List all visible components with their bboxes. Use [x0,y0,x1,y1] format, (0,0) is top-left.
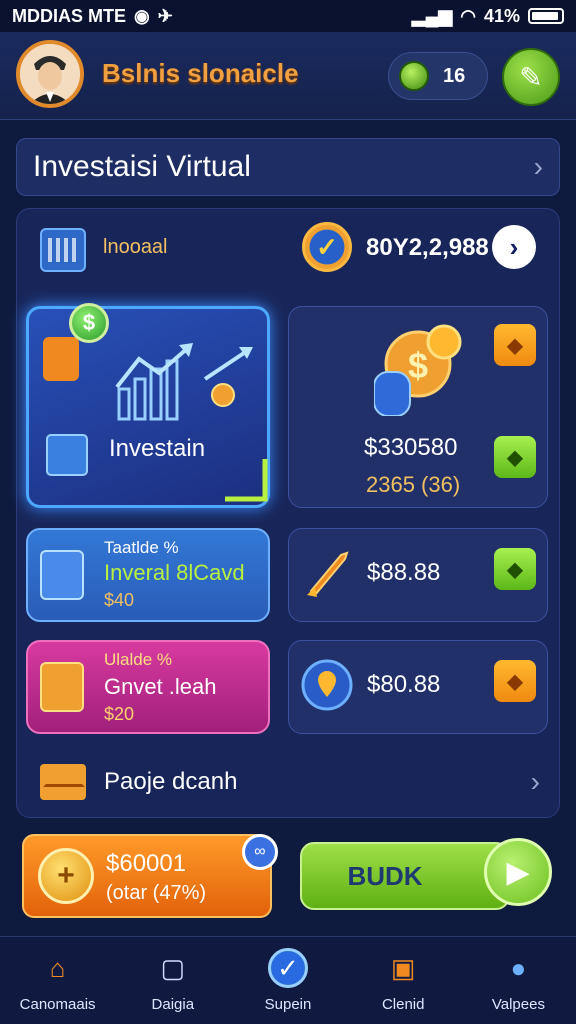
promo-amount: $60001 [106,850,187,877]
document-icon: ▢ [160,952,186,983]
plus-coin-icon: + [38,848,94,904]
invest-card[interactable]: $ Investain [26,303,270,508]
pink-card-subtitle: Gnvet .leah [104,674,217,699]
nav-label: Clenid [381,996,425,1013]
diamond-arrow-icon: ◆ [507,446,523,469]
chevron-right-icon: › [533,151,543,182]
battery-icon [528,8,564,24]
balance-row-label: lnooaal [103,236,168,258]
diamond-arrow-icon: ◆ [507,334,523,357]
gem-icon [399,61,429,91]
promo-detail: (otar (47%) [106,882,207,904]
section-header[interactable]: Investaisi Virtual › [16,138,560,196]
promo-card[interactable]: + $60001 (otar (47%) ∞ [22,834,278,918]
link-badge-icon: ∞ [242,834,278,870]
rocket-icon [307,551,349,597]
dollar-coin-icon: $ [69,303,109,343]
blue-offer-card[interactable]: Taatlde % Inveral 8lCavd $40 [26,528,270,622]
chevron-right-icon: › [509,231,519,262]
carrier-label: MDDIAS MTE [12,5,126,26]
section-title: Investaisi Virtual [33,150,251,183]
home-icon: ⌂ [49,952,66,983]
money-bag-icon: $ [374,324,462,416]
notification-icon: ◉ [134,5,150,26]
location-pin-icon [301,659,353,711]
page-row-label: Paoje dcanh [104,768,238,795]
pink-offer-card[interactable]: Ulalde % Gnvet .leah $20 [26,640,270,734]
blue-card-title: Taatlde % [104,538,179,557]
page-row[interactable]: Paoje dcanh › [40,758,540,806]
edit-button[interactable]: ✎ [502,48,560,106]
money-card-subvalue: 2365 (36) [366,472,461,497]
signal-icon: ▂▄▆ [411,5,453,26]
nav-label: Daigia [151,996,195,1013]
status-bar: MDDIAS MTE ◉ ✈ ▂▄▆ ◠ 41% [0,0,576,32]
send-icon: ✈ [157,5,173,26]
receipt-icon [40,550,84,600]
wifi-icon: ◠ [460,5,476,26]
nav-item-home[interactable]: ⌂ Canomaais [0,937,115,1024]
nav-item-document[interactable]: ▢ Daigia [115,937,230,1024]
building-chart-icon [40,662,84,712]
coin-count: 16 [443,64,466,87]
balance-arrow-button[interactable]: › [492,225,536,269]
check-coin-icon: ✓ [302,222,352,272]
nav-item-basket[interactable]: ▣ Clenid [346,937,461,1024]
person-icon [20,44,80,104]
nav-label: Valpees [491,996,545,1013]
nav-label: Canomaais [19,996,96,1013]
blue-card-value: $40 [104,590,135,610]
calendar-icon [40,228,86,272]
pencil-icon: ✎ [519,61,543,93]
growth-chart-icon [43,337,268,502]
battery-label: 41% [483,5,520,26]
diamond-arrow-icon: ◆ [507,558,523,581]
money-card-value: $330580 [364,434,458,461]
orange-action-button[interactable]: ◆ [494,324,536,366]
balance-value: 80Y2,2,988 [366,234,489,261]
avatar[interactable] [16,40,84,108]
pink-card-title: Ulalde % [104,650,173,669]
play-icon: ▶ [506,855,530,889]
bottom-nav: ⌂ Canomaais ▢ Daigia ✓ Supein ▣ Clenid ●… [0,936,576,1024]
nav-item-user[interactable]: ● Valpees [461,937,576,1024]
rocket-card-value: $88.88 [367,559,441,586]
diamond-arrow-icon: ◆ [507,670,523,693]
coin-counter[interactable]: 16 [388,52,488,100]
envelope-icon [40,764,86,800]
play-button[interactable]: ▶ [484,838,552,906]
buy-button[interactable]: BUDK [300,842,510,910]
invest-card-label: Investain [109,435,206,462]
svg-text:$: $ [408,345,428,386]
location-card-value: $80.88 [367,671,441,698]
green-action-button[interactable]: ◆ [494,548,536,590]
app-title: Bslnis slonaicle [102,58,299,88]
nav-label: Supein [264,996,312,1013]
nav-item-check[interactable]: ✓ Supein [230,937,345,1024]
basket-icon: ▣ [390,952,416,983]
blue-card-subtitle: Inveral 8lCavd [104,560,245,585]
user-icon: ● [510,952,527,983]
orange-action-button[interactable]: ◆ [494,660,536,702]
check-icon: ✓ [268,948,308,988]
green-action-button[interactable]: ◆ [494,436,536,478]
pink-card-value: $20 [104,704,135,724]
chevron-right-icon: › [530,766,540,797]
